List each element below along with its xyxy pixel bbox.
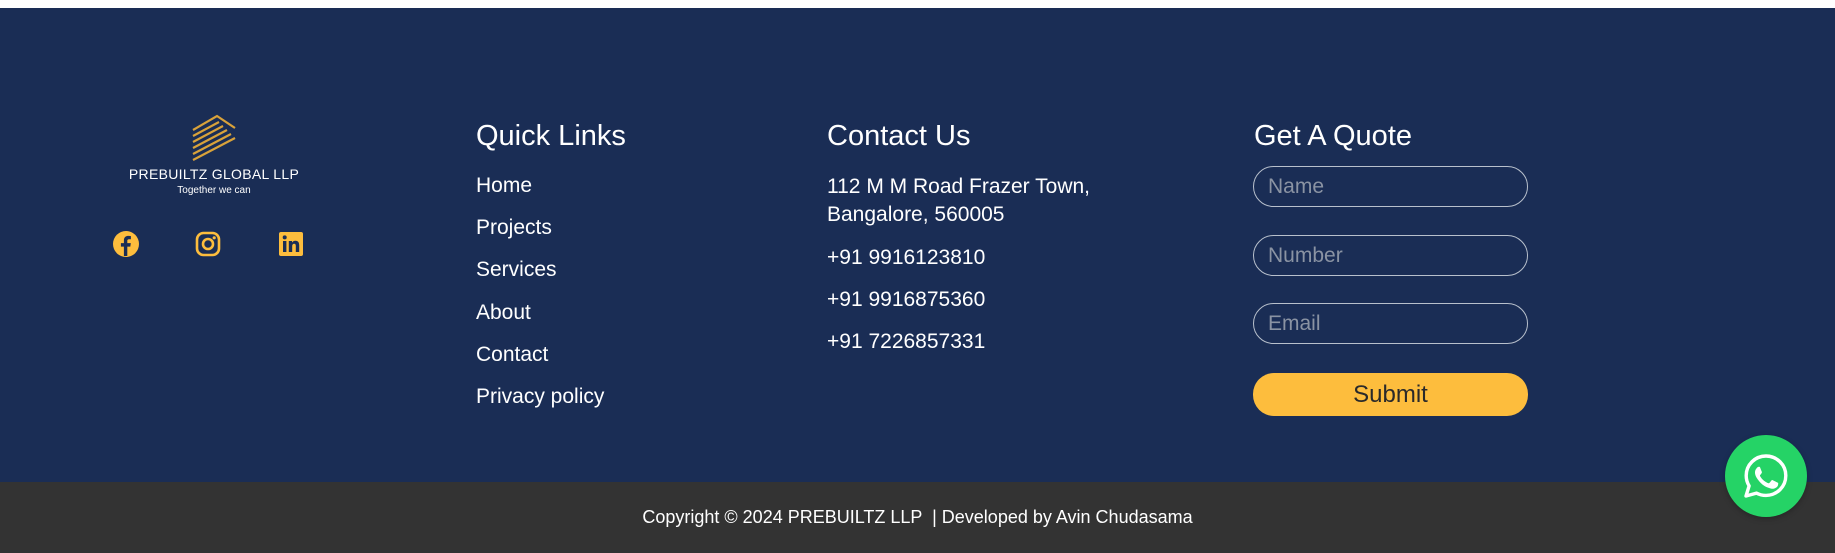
contact-address-line2: Bangalore, 560005 xyxy=(827,203,1005,226)
whatsapp-button[interactable] xyxy=(1725,435,1807,517)
footer-link-home[interactable]: Home xyxy=(476,174,532,198)
linkedin-icon[interactable] xyxy=(276,229,306,259)
footer-link-about[interactable]: About xyxy=(476,301,531,325)
contact-title: Contact Us xyxy=(827,120,971,152)
quote-number-input[interactable] xyxy=(1253,235,1528,276)
contact-phone-3[interactable]: +91 7226857331 xyxy=(827,328,985,356)
contact-phone-2[interactable]: +91 9916875360 xyxy=(827,286,985,314)
quote-title: Get A Quote xyxy=(1254,120,1412,152)
facebook-icon[interactable] xyxy=(111,229,141,259)
quote-email-input[interactable] xyxy=(1253,303,1528,344)
contact-phone-1[interactable]: +91 9916123810 xyxy=(827,244,985,272)
instagram-icon[interactable] xyxy=(193,229,223,259)
brand-name: PREBUILTZ GLOBAL LLP xyxy=(128,166,300,182)
whatsapp-icon xyxy=(1744,454,1788,498)
footer-link-services[interactable]: Services xyxy=(476,258,557,282)
quote-name-input[interactable] xyxy=(1253,166,1528,207)
copyright-text: Copyright © 2024 PREBUILTZ LLP | Develop… xyxy=(642,507,1193,527)
footer-link-projects[interactable]: Projects xyxy=(476,216,552,240)
logo-mark-icon xyxy=(192,114,236,161)
brand-tagline: Together we can xyxy=(177,185,251,196)
quick-links-title: Quick Links xyxy=(476,120,626,152)
copyright-bar: Copyright © 2024 PREBUILTZ LLP | Develop… xyxy=(0,482,1835,553)
submit-button[interactable]: Submit xyxy=(1253,373,1528,416)
footer-link-contact[interactable]: Contact xyxy=(476,343,548,367)
footer-link-privacy-policy[interactable]: Privacy policy xyxy=(476,385,604,409)
brand-logo[interactable]: PREBUILTZ GLOBAL LLP Together we can xyxy=(128,112,300,212)
contact-address-line1: 112 M M Road Frazer Town, xyxy=(827,175,1090,198)
